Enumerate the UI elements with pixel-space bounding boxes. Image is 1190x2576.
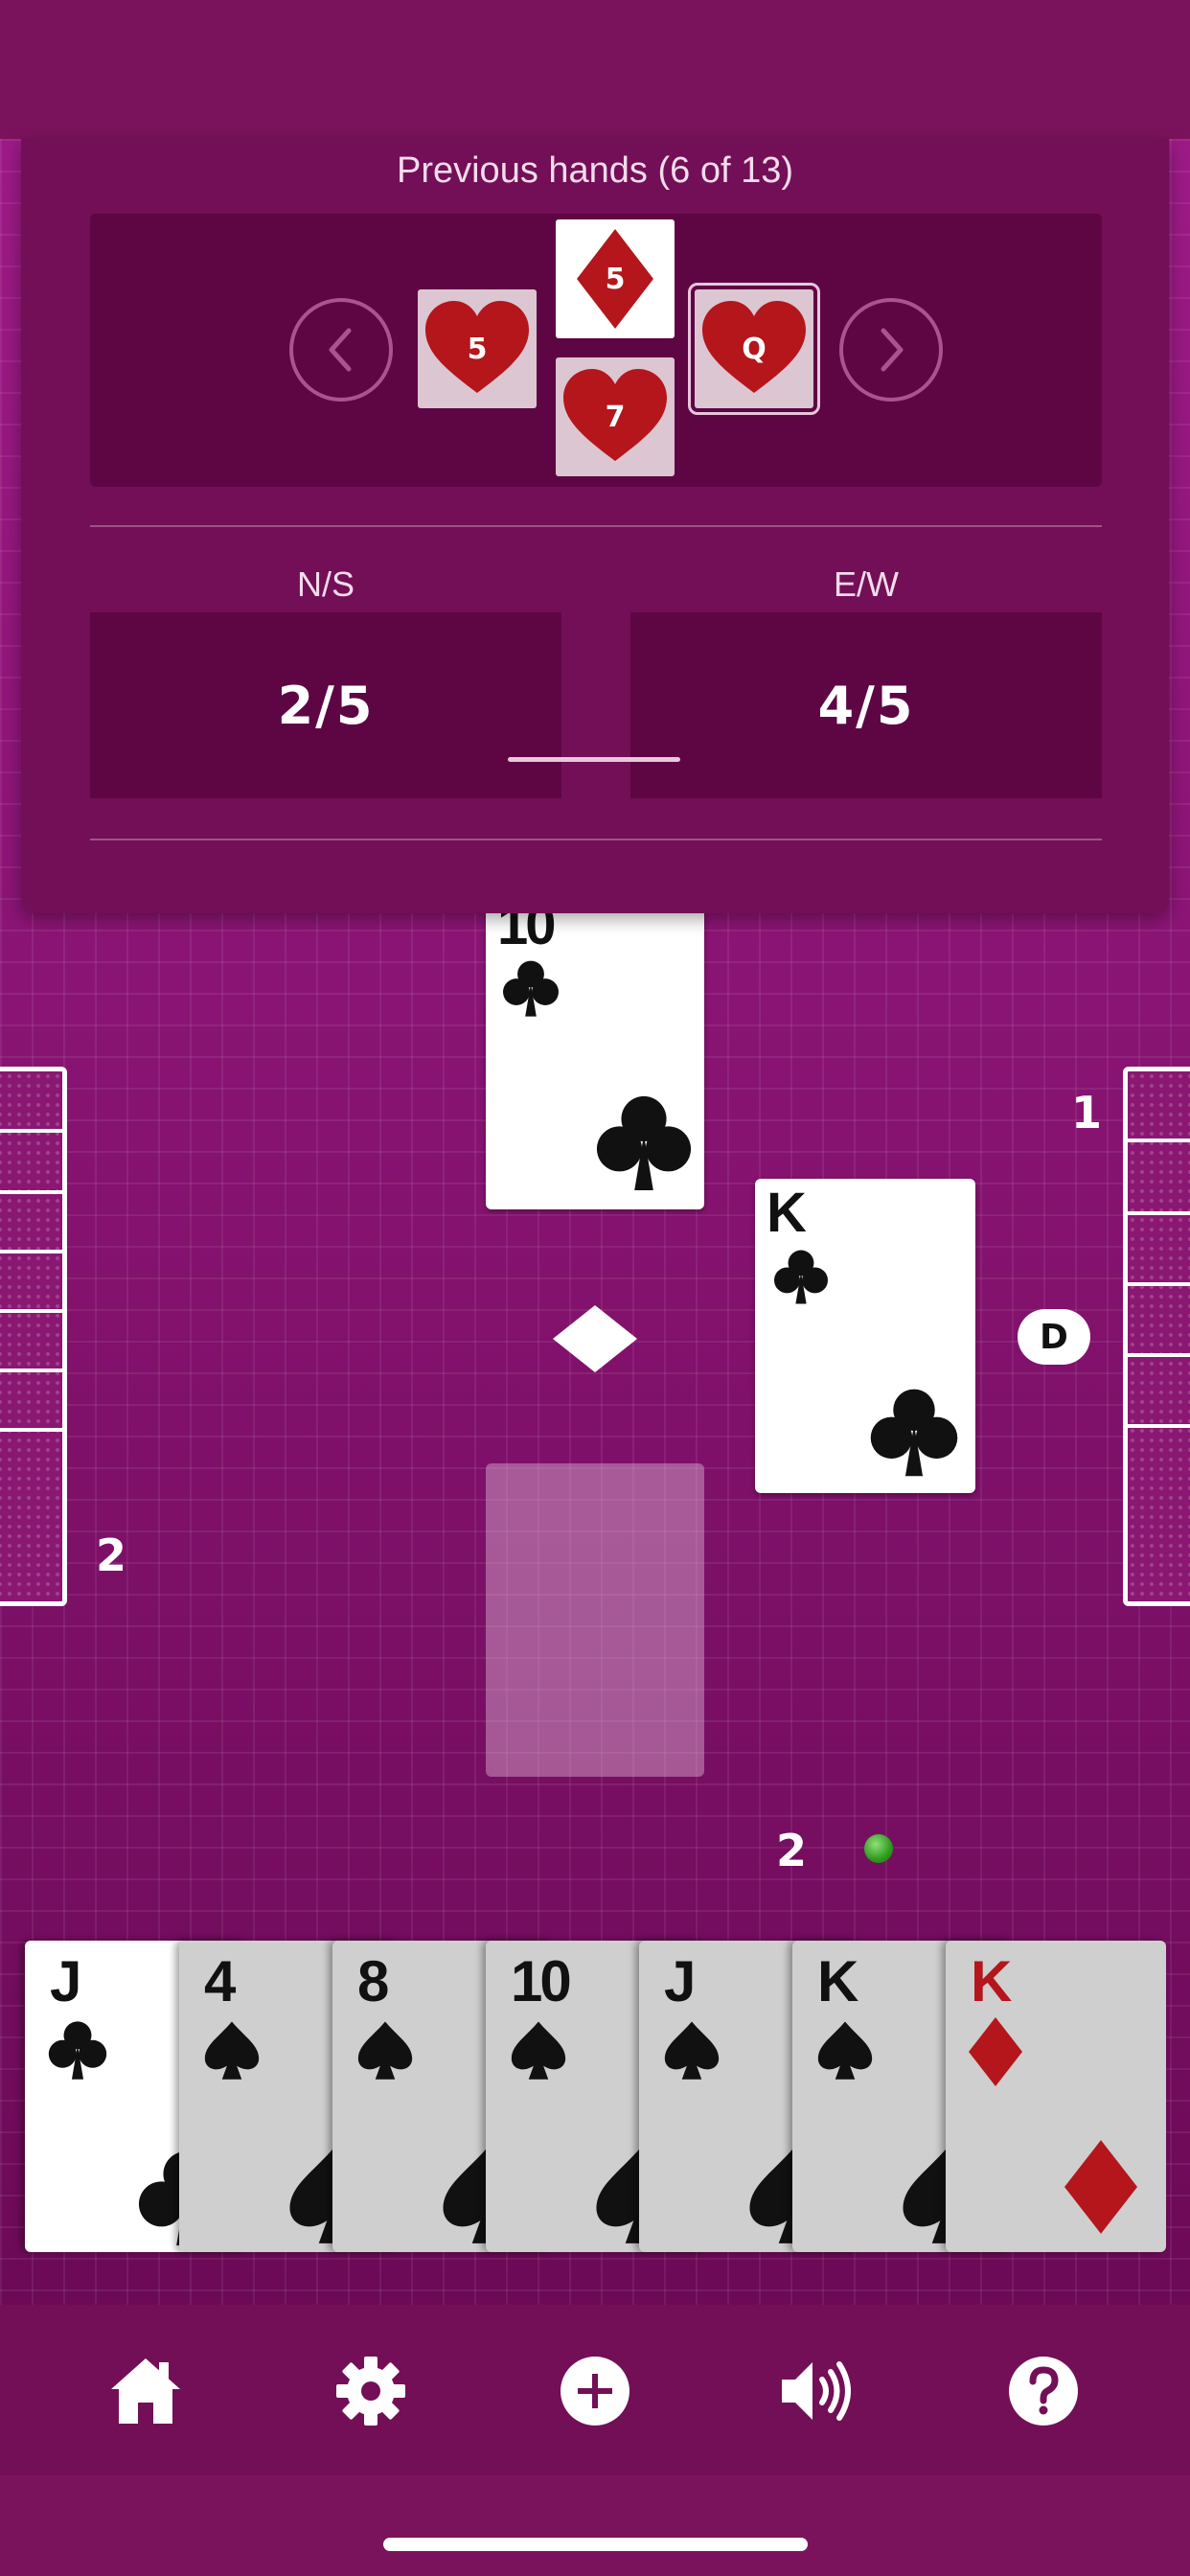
help-icon xyxy=(1009,2357,1078,2426)
status-bar xyxy=(0,0,1190,139)
north-played-card: 10 xyxy=(486,891,704,1209)
east-stack-divider xyxy=(1123,1282,1190,1286)
card-rank: K xyxy=(817,1949,858,2013)
speaker-icon xyxy=(782,2361,851,2421)
card-rank: K xyxy=(767,1182,807,1244)
diamond-icon xyxy=(1064,2140,1137,2234)
card-rank: 8 xyxy=(357,1949,389,2013)
home-icon xyxy=(111,2358,180,2424)
spade-icon xyxy=(511,2021,566,2080)
previous-north-card: 5 xyxy=(556,219,675,338)
club-icon xyxy=(48,2021,107,2080)
spade-icon xyxy=(204,2021,260,2080)
home-indicator-area xyxy=(0,2475,1190,2576)
settings-button[interactable] xyxy=(332,2353,409,2429)
east-tricks-count: 1 xyxy=(1071,1087,1103,1138)
next-hand-button[interactable] xyxy=(839,298,943,402)
west-stack-divider xyxy=(0,1428,67,1432)
card-rank: 5 xyxy=(467,332,488,366)
home-button[interactable] xyxy=(107,2353,184,2429)
panel-drag-handle[interactable] xyxy=(508,757,680,762)
south-tricks-count: 2 xyxy=(776,1825,808,1876)
chevron-left-icon xyxy=(329,328,352,372)
previous-hand-button[interactable] xyxy=(289,298,393,402)
west-stack-divider xyxy=(0,1190,67,1194)
west-stack-divider xyxy=(0,1129,67,1133)
west-stack-divider xyxy=(0,1250,67,1254)
dealer-badge: D xyxy=(1018,1309,1090,1365)
card-rank: K xyxy=(971,1949,1012,2013)
panel-divider xyxy=(90,525,1102,527)
card-rank: 4 xyxy=(204,1949,236,2013)
east-stack-divider xyxy=(1123,1424,1190,1428)
previous-east-card: Q xyxy=(688,283,820,415)
card-rank: 7 xyxy=(605,400,626,434)
help-button[interactable] xyxy=(1005,2353,1082,2429)
west-stack-divider xyxy=(0,1368,67,1372)
ns-score: 2/5 xyxy=(90,612,561,798)
west-tricks-count: 2 xyxy=(96,1530,127,1581)
spade-icon xyxy=(357,2021,413,2080)
club-icon xyxy=(774,1250,828,1304)
previous-hands-panel: Previous hands (6 of 13) 5 5 7 Q N/S E/W… xyxy=(21,139,1169,913)
panel-divider xyxy=(90,839,1102,840)
card-rank: Q xyxy=(742,332,767,366)
club-icon xyxy=(596,1095,692,1191)
diamond-icon xyxy=(969,2017,1022,2086)
spade-icon xyxy=(817,2021,873,2080)
club-icon xyxy=(870,1389,958,1477)
diamond-icon xyxy=(553,1305,637,1372)
east-stack-divider xyxy=(1123,1211,1190,1215)
previous-south-card: 7 xyxy=(556,357,675,476)
panel-title: Previous hands (6 of 13) xyxy=(396,150,793,191)
ew-team-label: E/W xyxy=(834,564,899,604)
card-rank: J xyxy=(664,1949,696,2013)
previous-trick-box: 5 5 7 Q xyxy=(90,214,1102,487)
previous-west-card: 5 xyxy=(418,289,537,408)
plus-circle-icon xyxy=(561,2357,629,2426)
play-card-slot[interactable] xyxy=(486,1463,704,1777)
sound-button[interactable] xyxy=(778,2353,855,2429)
card-rank: J xyxy=(50,1949,81,2013)
ew-score: 4/5 xyxy=(630,612,1102,798)
east-card-stack xyxy=(1123,1067,1190,1606)
spade-icon xyxy=(664,2021,720,2080)
turn-indicator xyxy=(864,1834,893,1863)
club-icon xyxy=(503,960,559,1017)
card-rank: 10 xyxy=(511,1949,572,2013)
east-stack-divider xyxy=(1123,1138,1190,1142)
home-indicator[interactable] xyxy=(383,2538,808,2551)
ns-team-label: N/S xyxy=(296,564,355,604)
new-game-button[interactable] xyxy=(557,2353,633,2429)
hand-card[interactable]: K xyxy=(946,1941,1166,2252)
card-rank: 5 xyxy=(605,262,626,296)
east-stack-divider xyxy=(1123,1353,1190,1357)
east-played-card: K xyxy=(755,1179,975,1493)
gear-icon xyxy=(336,2357,405,2426)
west-stack-divider xyxy=(0,1309,67,1313)
west-card-stack xyxy=(0,1067,67,1606)
chevron-right-icon xyxy=(881,328,904,372)
